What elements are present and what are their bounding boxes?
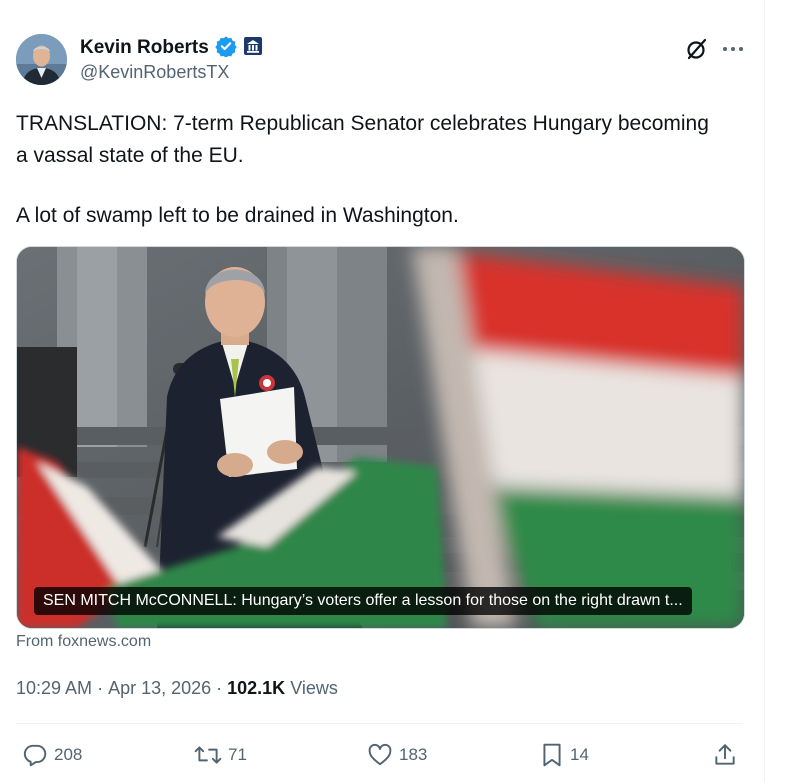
repost-button[interactable]: 71: [194, 740, 247, 770]
share-button[interactable]: [712, 740, 738, 770]
author-name-row: Kevin Roberts: [80, 35, 263, 62]
tweet-date[interactable]: Apr 13, 2026: [108, 678, 211, 699]
bookmark-button[interactable]: 14: [540, 740, 589, 770]
bookmark-icon: [543, 743, 561, 767]
avatar[interactable]: [16, 34, 67, 85]
bookmark-count: 14: [570, 745, 589, 764]
card-title: SEN MITCH McCONNELL: Hungary’s voters of…: [34, 587, 692, 615]
share-icon: [715, 744, 735, 765]
tweet-time[interactable]: 10:29 AM: [16, 678, 92, 699]
author-name[interactable]: Kevin Roberts: [80, 37, 209, 59]
more-icon[interactable]: [720, 36, 746, 62]
author-handle[interactable]: @KevinRobertsTX: [80, 62, 229, 83]
reply-count: 208: [54, 745, 83, 764]
card-image: [17, 247, 744, 628]
card-source[interactable]: From foxnews.com: [16, 633, 151, 651]
link-card[interactable]: SEN MITCH McCONNELL: Hungary’s voters of…: [16, 246, 745, 629]
reply-icon: [23, 744, 47, 767]
timeline-border: [764, 0, 765, 782]
reply-button[interactable]: 208: [22, 740, 82, 770]
repost-icon: [194, 746, 222, 764]
capitol-affiliation-icon[interactable]: [243, 36, 263, 61]
views-count: 102.1K: [227, 678, 286, 698]
tweet-meta: 10:29 AM · Apr 13, 2026 · 102.1K Views: [16, 678, 338, 699]
grok-icon[interactable]: [684, 36, 710, 62]
views-label: Views: [290, 678, 338, 698]
verified-badge-icon[interactable]: [215, 35, 237, 62]
meta-separator: ·: [97, 678, 104, 698]
tweet-paragraph: TRANSLATION: 7-term Republican Senator c…: [16, 112, 709, 167]
avatar-image: [16, 34, 67, 85]
tweet-paragraph: A lot of swamp left to be drained in Was…: [16, 204, 459, 227]
meta-separator: ·: [216, 678, 223, 698]
tweet-text: TRANSLATION: 7-term Republican Senator c…: [16, 108, 716, 232]
like-count: 183: [399, 745, 428, 764]
divider: [16, 723, 743, 724]
like-button[interactable]: 183: [367, 740, 427, 770]
repost-count: 71: [228, 745, 247, 764]
heart-icon: [368, 743, 392, 766]
